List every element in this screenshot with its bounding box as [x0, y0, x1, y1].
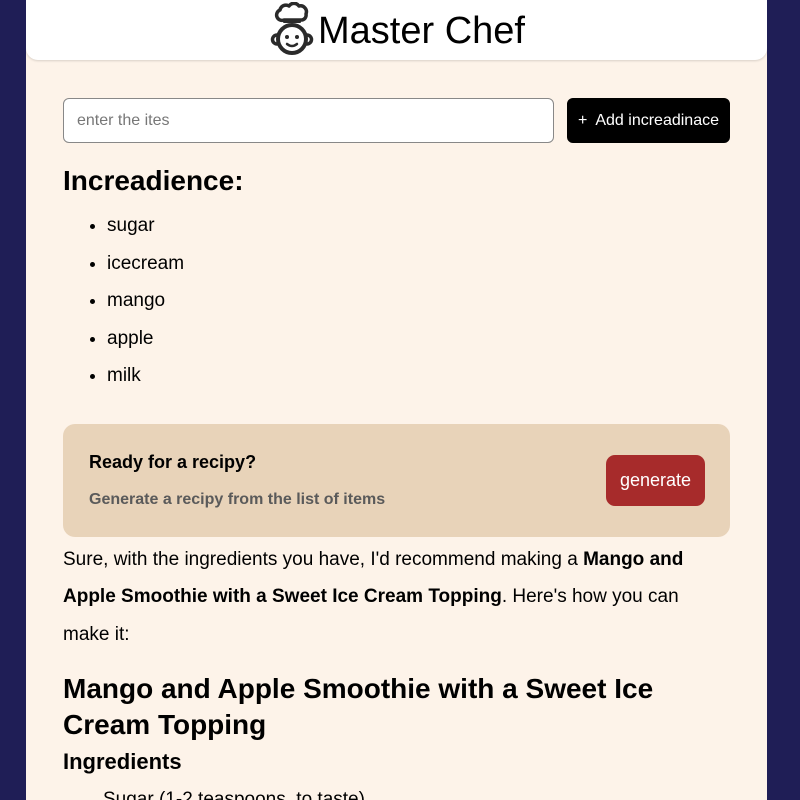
add-ingredient-form: + Add increadinace: [63, 98, 730, 143]
add-ingredient-button[interactable]: + Add increadinace: [567, 98, 730, 143]
recipe-prompt-title: Ready for a recipy?: [89, 451, 257, 472]
recipe-prompt-text: Ready for a recipy? Generate a recipy fr…: [89, 452, 385, 509]
chef-head-icon: [268, 1, 314, 58]
header: Master Chef: [26, 0, 767, 60]
plus-icon: +: [578, 111, 588, 129]
recipe-title: Mango and Apple Smoothie with a Sweet Ic…: [63, 673, 654, 740]
list-item: mango: [107, 290, 730, 328]
recipe-prompt-subtitle: Generate a recipy from the list of items: [89, 490, 386, 508]
list-item: milk: [107, 365, 730, 403]
list-item: apple: [107, 328, 730, 366]
app-title: Master Chef: [318, 10, 525, 52]
generate-button[interactable]: generate: [606, 454, 705, 506]
ingredients-list: sugar icecream mango apple milk: [63, 215, 730, 403]
recipe-ingredients-heading: Ingredients: [63, 749, 182, 774]
app-container: Master Chef + Add increadinace Increadie…: [26, 0, 767, 800]
list-item: sugar: [107, 215, 730, 253]
recipe-ingredients-list: Sugar (1-2 teaspoons, to taste): [63, 785, 730, 800]
list-item: Sugar (1-2 teaspoons, to taste): [103, 789, 365, 800]
main-content: + Add increadinace Increadience: sugar i…: [26, 98, 767, 800]
ingredient-input[interactable]: [63, 98, 554, 143]
response-intro: Sure, with the ingredients you have, I'd…: [63, 548, 584, 570]
recipe-response: Sure, with the ingredients you have, I'd…: [63, 541, 730, 654]
list-item: icecream: [107, 253, 730, 291]
ingredients-heading: Increadience:: [63, 165, 244, 196]
recipe-prompt-card: Ready for a recipy? Generate a recipy fr…: [63, 423, 730, 537]
add-ingredient-button-label: Add increadinace: [595, 111, 719, 129]
